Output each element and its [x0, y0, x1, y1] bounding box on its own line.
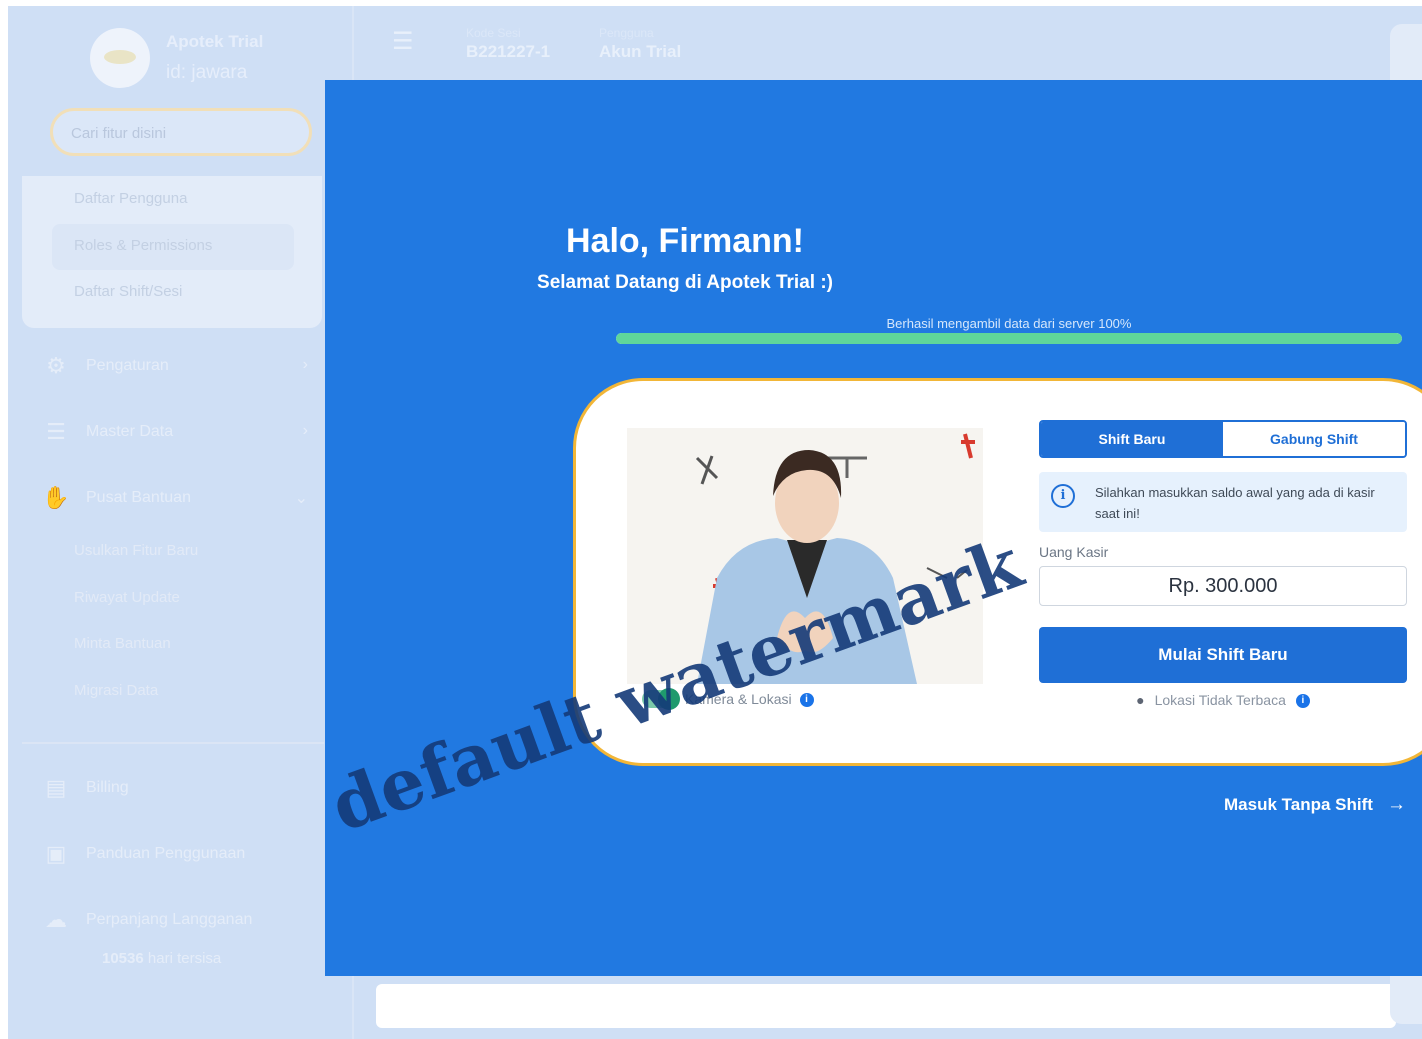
chevron-right-icon: ›	[302, 356, 308, 373]
search-input[interactable]	[69, 111, 293, 155]
menu-collapse-icon[interactable]: ☰	[392, 30, 422, 54]
sidebar-divider	[22, 742, 324, 744]
sidebar-item-pengaturan[interactable]: ⚙ Pengaturan ›	[42, 352, 322, 382]
session-code-label: Kode Sesi	[466, 26, 521, 40]
session-code-value: B221227-1	[466, 42, 551, 61]
brand-id: id: jawara	[166, 62, 248, 83]
progress-fill	[616, 333, 1402, 344]
search-box[interactable]	[50, 108, 312, 156]
help-item-migrasi-data[interactable]: Migrasi Data	[74, 682, 158, 699]
help-item-usulkan-fitur[interactable]: Usulkan Fitur Baru	[74, 542, 198, 559]
info-icon[interactable]: i	[1295, 694, 1310, 709]
sidebar: Apotek Trial id: jawara Daftar Pengguna …	[8, 6, 354, 1039]
progress-text: Berhasil mengambil data dari server 100%	[886, 316, 1132, 331]
tab-shift-baru[interactable]: Shift Baru	[1041, 422, 1223, 456]
chevron-down-icon: ⌄	[294, 490, 308, 507]
content-card	[376, 984, 1396, 1028]
cloud-upload-icon: ☁	[45, 907, 67, 932]
help-item-riwayat-update[interactable]: Riwayat Update	[74, 589, 180, 606]
start-shift-button[interactable]: Mulai Shift Baru	[1039, 627, 1407, 683]
sidebar-item-billing[interactable]: ▤ Billing	[42, 774, 322, 804]
enter-without-shift-text: Masuk Tanpa Shift	[1224, 795, 1373, 814]
book-icon: ▣	[45, 841, 67, 866]
location-status-text: Lokasi Tidak Terbaca	[1154, 692, 1286, 708]
shift-tabs: Shift Baru Gabung Shift	[1039, 420, 1407, 458]
greeting-title: Halo, Firmann!	[565, 222, 805, 260]
sidebar-item-label: Billing	[86, 779, 129, 796]
sidebar-item-label: Master Data	[86, 423, 174, 440]
brand-logo	[90, 28, 150, 88]
handshake-icon: ✋	[42, 485, 70, 510]
days-left-number: 10536	[102, 950, 144, 967]
gear-icon: ⚙	[46, 353, 66, 378]
tab-gabung-shift[interactable]: Gabung Shift	[1223, 422, 1405, 456]
receipt-icon: ▤	[45, 775, 67, 800]
greeting-subtitle: Selamat Datang di Apotek Trial :)	[537, 272, 833, 293]
sidebar-item-perpanjang[interactable]: ☁ Perpanjang Langganan	[42, 906, 322, 936]
sidebar-item-label: Pusat Bantuan	[86, 489, 191, 506]
submenu-item-daftar-pengguna[interactable]: Daftar Pengguna	[74, 190, 187, 207]
progress-bar	[616, 333, 1402, 344]
user-label: Pengguna	[599, 26, 654, 40]
location-status: ● Lokasi Tidak Terbaca i	[1039, 692, 1407, 709]
info-alert: i Silahkan masukkan saldo awal yang ada …	[1039, 472, 1407, 532]
chevron-right-icon: ›	[302, 422, 308, 439]
info-circle-icon: i	[1051, 484, 1075, 508]
arrow-right-icon: →	[1386, 794, 1406, 815]
database-icon: ☰	[46, 419, 66, 444]
sidebar-item-panduan[interactable]: ▣ Panduan Penggunaan	[42, 840, 322, 870]
location-pin-icon: ●	[1136, 692, 1145, 708]
brand-name: Apotek Trial	[166, 32, 264, 51]
user-value: Akun Trial	[599, 42, 682, 61]
sidebar-item-label: Pengaturan	[86, 357, 169, 374]
days-left-suffix: hari tersisa	[147, 950, 222, 967]
cash-label: Uang Kasir	[1039, 544, 1109, 560]
info-icon[interactable]: i	[799, 693, 814, 708]
help-item-minta-bantuan[interactable]: Minta Bantuan	[74, 635, 171, 652]
sidebar-item-label: Panduan Penggunaan	[86, 845, 246, 862]
enter-without-shift-link[interactable]: Masuk Tanpa Shift →	[1224, 794, 1406, 816]
sidebar-item-pusat-bantuan[interactable]: ✋ Pusat Bantuan ⌄	[42, 484, 322, 514]
cash-input[interactable]: Rp. 300.000	[1039, 566, 1407, 606]
alert-text: Silahkan masukkan saldo awal yang ada di…	[1095, 485, 1375, 521]
sidebar-item-master-data[interactable]: ☰ Master Data ›	[42, 418, 322, 448]
days-left: 10536 hari tersisa	[102, 950, 221, 967]
sidebar-item-label: Perpanjang Langganan	[86, 911, 253, 928]
